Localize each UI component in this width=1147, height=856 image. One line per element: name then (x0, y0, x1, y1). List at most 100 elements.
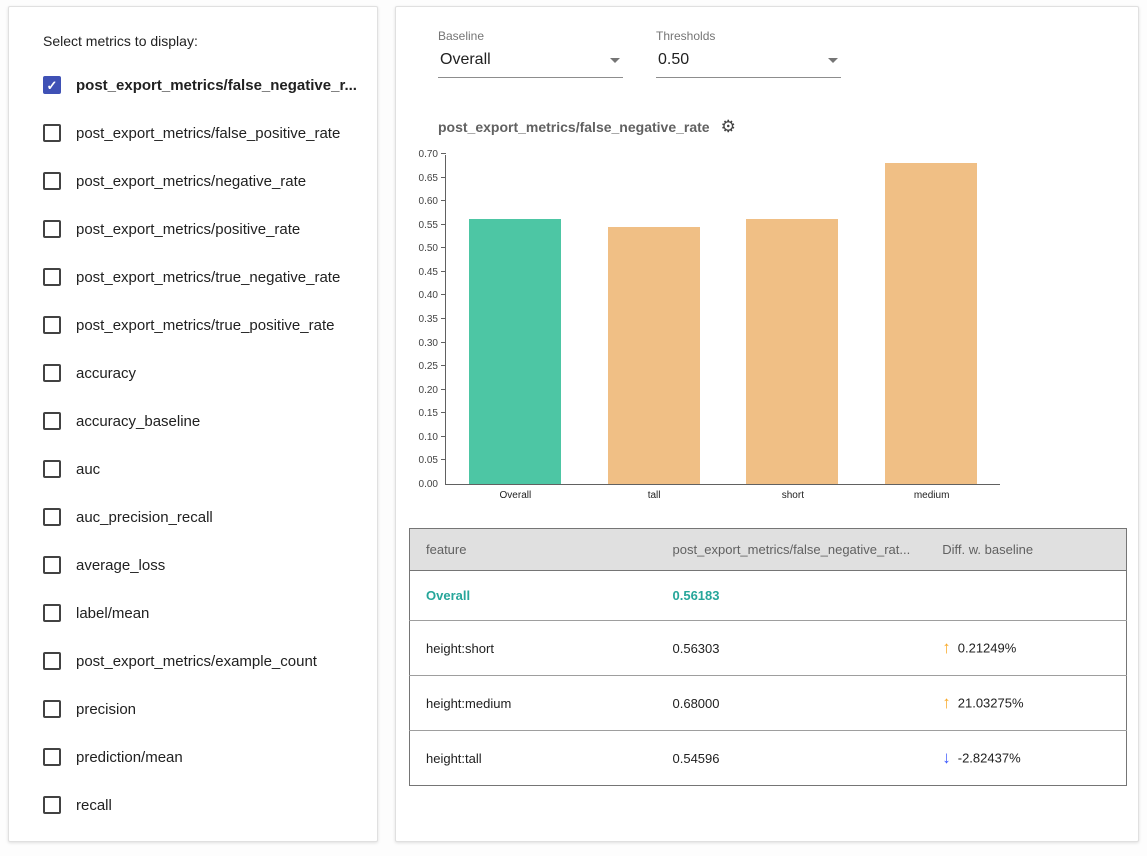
value-cell: 0.56303 (657, 621, 927, 676)
metric-item[interactable]: post_export_metrics/true_negative_rate (35, 253, 357, 301)
checkbox-unchecked-icon[interactable] (43, 124, 61, 142)
table-row[interactable]: height:medium0.68000↑21.03275% (410, 676, 1127, 731)
fairness-indicators-page: Select metrics to display: ✓post_export_… (0, 0, 1147, 848)
metric-item[interactable]: label/mean (35, 589, 357, 637)
bar-chart: 0.000.050.100.150.200.250.300.350.400.45… (409, 155, 1125, 485)
metric-item[interactable]: post_export_metrics/positive_rate (35, 205, 357, 253)
y-tick-mark (441, 177, 446, 178)
x-tick-label: short (724, 490, 863, 501)
checkbox-unchecked-icon[interactable] (43, 604, 61, 622)
thresholds-select-label: Thresholds (656, 29, 841, 43)
chart-bar-tall[interactable] (608, 227, 700, 484)
checkbox-unchecked-icon[interactable] (43, 700, 61, 718)
y-tick-mark (441, 342, 446, 343)
metric-label: post_export_metrics/false_negative_r... (76, 77, 357, 94)
checkbox-unchecked-icon[interactable] (43, 268, 61, 286)
checkbox-unchecked-icon[interactable] (43, 364, 61, 382)
metric-item[interactable]: prediction/mean (35, 733, 357, 781)
y-tick-label: 0.10 (419, 433, 438, 443)
metric-item[interactable]: recall (35, 781, 357, 829)
checkbox-unchecked-icon[interactable] (43, 172, 61, 190)
dropdown-arrow-icon[interactable] (610, 58, 620, 63)
metric-label: average_loss (76, 557, 165, 574)
x-tick-label: tall (585, 490, 724, 501)
checkbox-unchecked-icon[interactable] (43, 748, 61, 766)
chart-y-axis: 0.000.050.100.150.200.250.300.350.400.45… (409, 155, 445, 485)
arrow-up-icon: ↑ (942, 638, 951, 657)
x-tick-label: Overall (446, 490, 585, 501)
checkbox-unchecked-icon[interactable] (43, 508, 61, 526)
metric-item[interactable]: auc_precision_recall (35, 493, 357, 541)
metric-item[interactable]: accuracy_baseline (35, 397, 357, 445)
checkbox-unchecked-icon[interactable] (43, 556, 61, 574)
y-tick-label: 0.00 (419, 480, 438, 490)
metric-label: recall (76, 797, 112, 814)
metric-label: prediction/mean (76, 749, 183, 766)
y-tick-label: 0.60 (419, 197, 438, 207)
metric-item[interactable]: post_export_metrics/example_count (35, 637, 357, 685)
y-tick-mark (441, 412, 446, 413)
metric-label: post_export_metrics/positive_rate (76, 221, 300, 238)
chart-bar-short[interactable] (746, 219, 838, 484)
metric-item[interactable]: post_export_metrics/false_positive_rate (35, 109, 357, 157)
y-tick-mark (441, 294, 446, 295)
table-row[interactable]: Overall0.56183 (410, 571, 1127, 621)
metric-label: auc_precision_recall (76, 509, 213, 526)
controls-row: Baseline Overall Thresholds 0.50 (438, 29, 1125, 78)
y-tick-mark (441, 365, 446, 366)
metric-label: label/mean (76, 605, 149, 622)
chart-plot (445, 155, 1000, 485)
metric-item[interactable]: auc (35, 445, 357, 493)
metric-selector-panel: Select metrics to display: ✓post_export_… (8, 6, 378, 842)
y-tick-mark (441, 153, 446, 154)
checkbox-unchecked-icon[interactable] (43, 316, 61, 334)
metric-label: post_export_metrics/true_negative_rate (76, 269, 340, 286)
baseline-select-label: Baseline (438, 29, 623, 43)
y-tick-mark (441, 200, 446, 201)
feature-cell: height:short (410, 621, 657, 676)
metric-label: post_export_metrics/negative_rate (76, 173, 306, 190)
feature-cell: Overall (410, 571, 657, 621)
diff-value: 0.21249% (958, 641, 1017, 656)
arrow-down-icon: ↓ (942, 748, 951, 767)
x-tick-label: medium (862, 490, 1001, 501)
chart-title-row: post_export_metrics/false_negative_rate … (438, 118, 1125, 135)
baseline-select-value: Overall (440, 51, 491, 69)
y-tick-label: 0.15 (419, 409, 438, 419)
diff-value: -2.82437% (958, 751, 1021, 766)
y-tick-mark (441, 436, 446, 437)
metric-item[interactable]: accuracy (35, 349, 357, 397)
arrow-up-icon: ↑ (942, 693, 951, 712)
gear-icon[interactable]: ⚙ (721, 118, 736, 135)
chart-bar-medium[interactable] (885, 163, 977, 484)
header-diff-baseline: Diff. w. baseline (926, 529, 1126, 571)
y-tick-label: 0.45 (419, 268, 438, 278)
checkbox-unchecked-icon[interactable] (43, 796, 61, 814)
checkbox-unchecked-icon[interactable] (43, 652, 61, 670)
header-feature: feature (410, 529, 657, 571)
checkbox-unchecked-icon[interactable] (43, 220, 61, 238)
checkbox-unchecked-icon[interactable] (43, 412, 61, 430)
baseline-select[interactable]: Baseline Overall (438, 29, 623, 78)
checkbox-unchecked-icon[interactable] (43, 460, 61, 478)
metric-item[interactable]: post_export_metrics/true_positive_rate (35, 301, 357, 349)
dropdown-arrow-icon[interactable] (828, 58, 838, 63)
bar-slot (446, 155, 585, 484)
metric-item[interactable]: precision (35, 685, 357, 733)
header-metric-value: post_export_metrics/false_negative_rat..… (657, 529, 927, 571)
metric-item[interactable]: average_loss (35, 541, 357, 589)
table-row[interactable]: height:tall0.54596↓-2.82437% (410, 731, 1127, 786)
y-tick-label: 0.25 (419, 362, 438, 372)
y-tick-mark (441, 271, 446, 272)
metric-item[interactable]: ✓ post_export_metrics/false_negative_r... (35, 61, 357, 109)
chart-bar-Overall[interactable] (469, 219, 561, 484)
checkbox-checked-icon[interactable]: ✓ (43, 76, 61, 94)
thresholds-select[interactable]: Thresholds 0.50 (656, 29, 841, 78)
chart-title: post_export_metrics/false_negative_rate (438, 119, 710, 135)
metric-label: precision (76, 701, 136, 718)
y-tick-label: 0.40 (419, 291, 438, 301)
table-row[interactable]: height:short0.56303 ↑ 0.21249% (410, 621, 1127, 676)
feature-cell: height:medium (410, 676, 657, 731)
table-header-row: feature post_export_metrics/false_negati… (410, 529, 1127, 571)
metric-item[interactable]: post_export_metrics/negative_rate (35, 157, 357, 205)
